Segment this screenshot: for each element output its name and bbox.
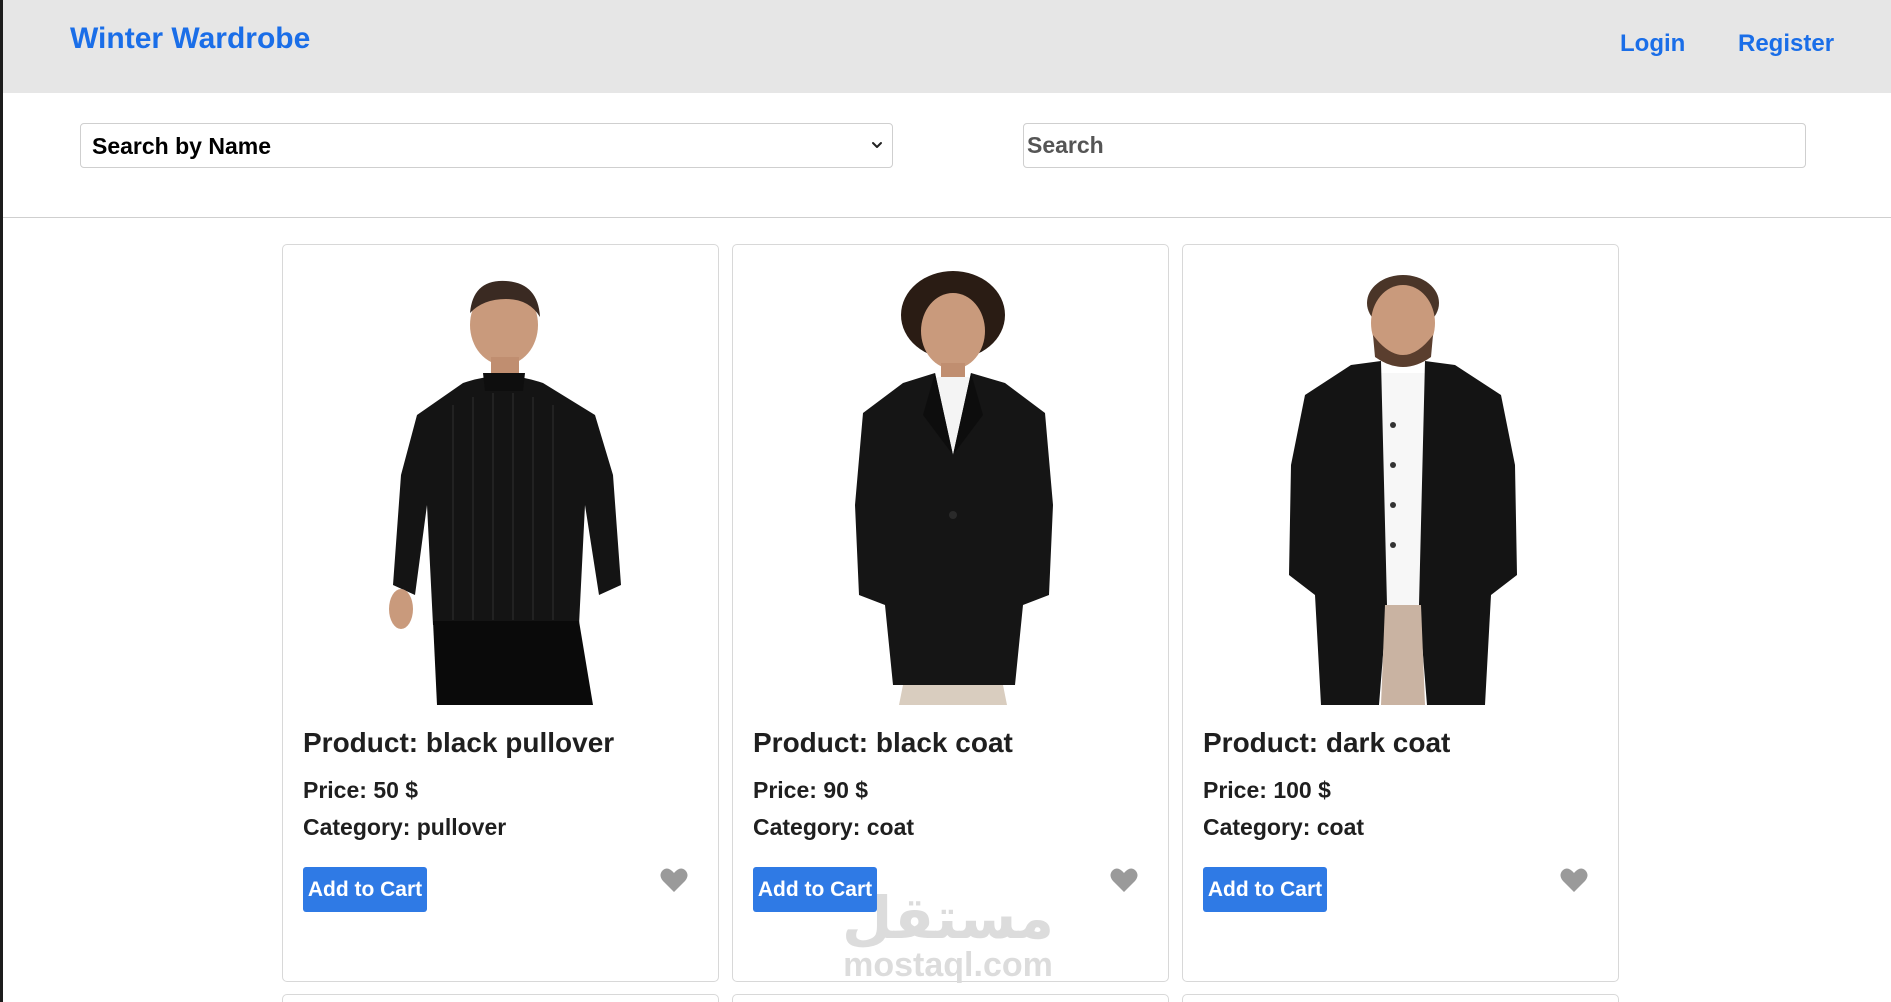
product-category: Category: pullover [303,814,507,840]
man-black-coat-photo [855,271,1053,705]
product-category: Category: coat [753,814,915,840]
search-type-selected-value: Search by Name [92,133,271,159]
heart-icon[interactable] [1560,867,1588,893]
product-price: Price: 50 $ [303,777,419,803]
product-image [303,265,698,705]
product-card [732,994,1169,1002]
add-to-cart-button[interactable]: Add to Cart [303,867,427,912]
product-title: Product: dark coat [1203,727,1451,758]
navbar: Winter Wardrobe Login Register [3,0,1891,93]
brand-logo-link[interactable]: Winter Wardrobe [70,22,310,56]
product-title: Product: black pullover [303,727,615,758]
chevron-down-icon [872,142,882,148]
product-card [1182,994,1619,1002]
product-card [282,994,719,1002]
product-price: Price: 90 $ [753,777,869,803]
product-category: Category: coat [1203,814,1365,840]
search-type-select[interactable]: Search by Name [80,123,893,168]
product-image [1203,265,1598,705]
man-dark-coat-photo [1289,275,1517,705]
login-link[interactable]: Login [1620,30,1685,58]
page: Winter Wardrobe Login Register Search by… [0,0,1891,1002]
product-image [753,265,1148,705]
search-bar: Search by Name [3,93,1891,218]
product-card: Product: black pullover Price: 50 $ Cate… [282,244,719,982]
add-to-cart-button[interactable]: Add to Cart [753,867,877,912]
register-link[interactable]: Register [1738,30,1834,58]
product-title: Product: black coat [753,727,1013,758]
heart-icon[interactable] [1110,867,1138,893]
heart-icon[interactable] [660,867,688,893]
product-card: Product: black coat Price: 90 $ Category… [732,244,1169,982]
man-black-pullover-photo [389,280,621,705]
add-to-cart-button[interactable]: Add to Cart [1203,867,1327,912]
search-input[interactable] [1023,123,1806,168]
product-price: Price: 100 $ [1203,777,1331,803]
product-card: Product: dark coat Price: 100 $ Category… [1182,244,1619,982]
